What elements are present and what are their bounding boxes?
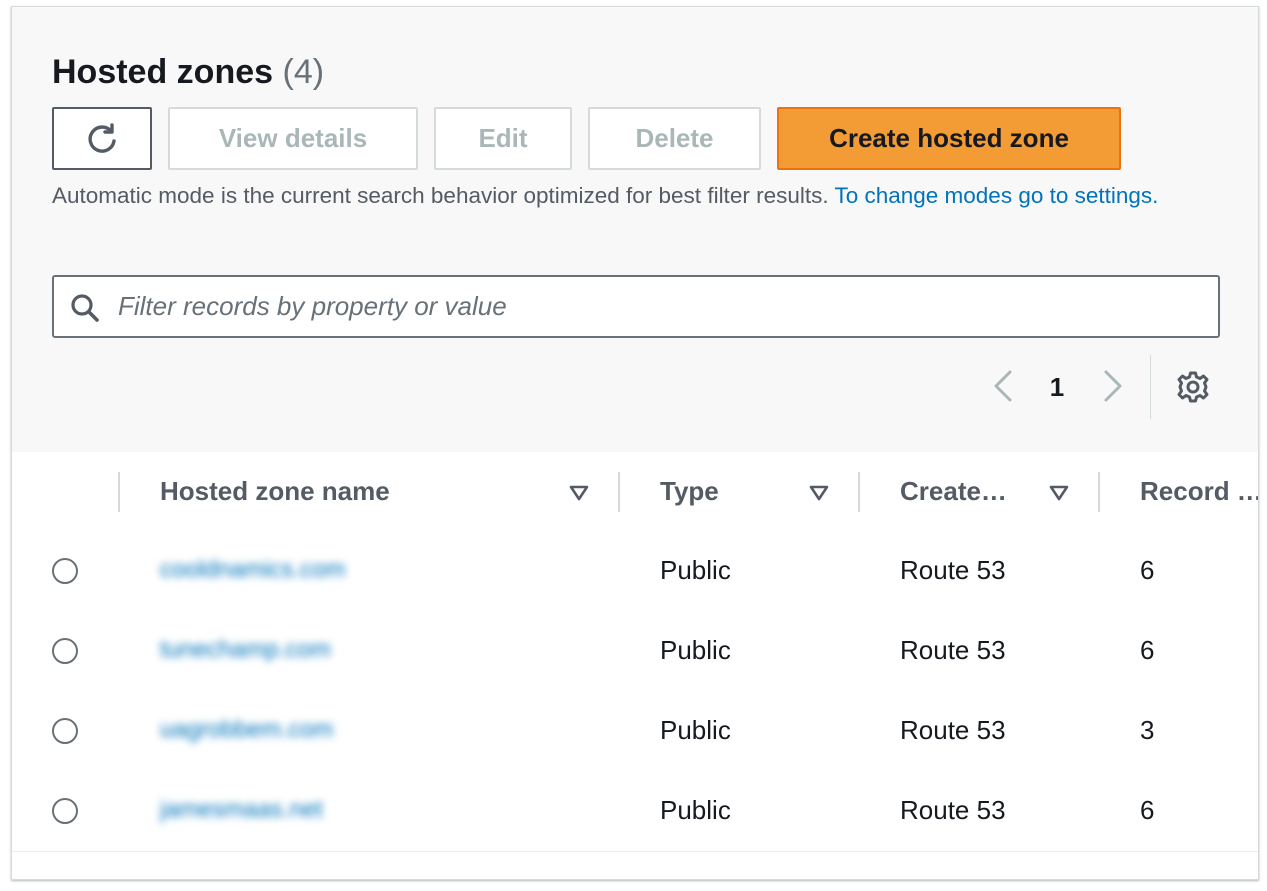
title-text: Hosted zones: [52, 53, 274, 91]
table-row[interactable]: tunechamp.com Public Route 53 6: [12, 611, 1258, 692]
column-divider[interactable]: [1098, 472, 1100, 512]
search-mode-info: Automatic mode is the current search beh…: [52, 179, 1212, 212]
column-divider[interactable]: [618, 472, 620, 512]
record-count: 3: [1140, 715, 1155, 745]
gear-icon[interactable]: [1175, 369, 1211, 405]
current-page-number[interactable]: 1: [1042, 369, 1072, 405]
filter-search-field[interactable]: Filter records by property or value: [52, 275, 1220, 338]
hosted-zone-name-link[interactable]: uagrobbem.com: [160, 716, 333, 744]
row-select-radio[interactable]: [52, 558, 78, 584]
record-count: 6: [1140, 635, 1155, 665]
page-title: Hosted zones (4): [52, 53, 324, 92]
sort-caret-icon[interactable]: [1049, 485, 1069, 501]
chevron-right-icon[interactable]: [1100, 369, 1126, 403]
zone-type: Public: [660, 795, 731, 825]
row-select-radio[interactable]: [52, 638, 78, 664]
view-details-button[interactable]: View details: [168, 107, 418, 170]
hosted-zones-panel: Hosted zones (4) View details Edit Delet…: [11, 6, 1259, 880]
hosted-zone-name-link[interactable]: jamesmaas.net: [160, 796, 323, 824]
refresh-icon: [88, 122, 116, 153]
delete-button[interactable]: Delete: [588, 107, 761, 170]
zone-count: (4): [282, 53, 325, 91]
chevron-left-icon[interactable]: [990, 369, 1016, 403]
record-count: 6: [1140, 795, 1155, 825]
column-record-count[interactable]: Record …: [1140, 476, 1258, 507]
record-count: 6: [1140, 555, 1155, 585]
row-select-radio[interactable]: [52, 718, 78, 744]
zone-type: Public: [660, 635, 731, 665]
created-by: Route 53: [900, 795, 1006, 825]
pagination-divider: [1150, 355, 1151, 419]
created-by: Route 53: [900, 635, 1006, 665]
column-created-by[interactable]: Create…: [900, 476, 1007, 507]
edit-button[interactable]: Edit: [434, 107, 572, 170]
zone-type: Public: [660, 555, 731, 585]
zone-type: Public: [660, 715, 731, 745]
table-row[interactable]: uagrobbem.com Public Route 53 3: [12, 691, 1258, 772]
search-icon: [71, 294, 99, 322]
column-divider: [118, 472, 120, 512]
search-input-placeholder: Filter records by property or value: [118, 291, 507, 321]
column-hosted-zone-name[interactable]: Hosted zone name: [160, 476, 390, 507]
table-header: Hosted zone name Type Create… Record …: [12, 452, 1258, 532]
created-by: Route 53: [900, 715, 1006, 745]
created-by: Route 53: [900, 555, 1006, 585]
settings-link[interactable]: To change modes go to settings.: [834, 183, 1158, 208]
column-type[interactable]: Type: [660, 476, 719, 507]
hosted-zone-name-link[interactable]: cooldnamics.com: [160, 556, 345, 584]
column-divider[interactable]: [858, 472, 860, 512]
info-text: Automatic mode is the current search beh…: [52, 183, 829, 208]
create-hosted-zone-button[interactable]: Create hosted zone: [777, 107, 1121, 170]
table-row[interactable]: jamesmaas.net Public Route 53 6: [12, 771, 1258, 852]
sort-caret-icon[interactable]: [809, 485, 829, 501]
sort-caret-icon[interactable]: [569, 485, 589, 501]
row-select-radio[interactable]: [52, 798, 78, 824]
hosted-zone-name-link[interactable]: tunechamp.com: [160, 636, 331, 664]
panel-header: Hosted zones (4) View details Edit Delet…: [12, 7, 1258, 453]
table-row[interactable]: cooldnamics.com Public Route 53 6: [12, 531, 1258, 612]
refresh-button[interactable]: [52, 107, 152, 170]
